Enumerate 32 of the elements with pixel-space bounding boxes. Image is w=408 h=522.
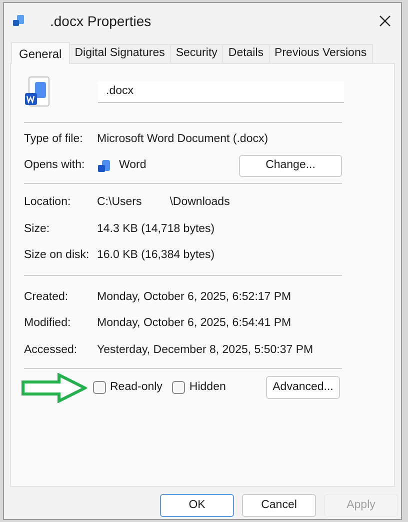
field-value: C:\Users	[97, 195, 142, 210]
field-label: Opens with:	[24, 158, 86, 174]
tab[interactable]: Previous Versions	[268, 44, 373, 63]
field-label: Size:	[24, 222, 51, 237]
tab[interactable]: General	[11, 42, 70, 64]
field-value: \Downloads	[170, 195, 230, 210]
change-button[interactable]: Change...	[239, 155, 342, 177]
field-value: Yesterday, December 8, 2025, 5:50:37 PM	[97, 342, 314, 358]
field-label: Modified:	[24, 316, 72, 332]
field-value: Monday, October 6, 2025, 6:52:17 PM	[97, 290, 292, 305]
field-value: Microsoft Word Document (.docx)	[97, 132, 268, 148]
dialog-button[interactable]: Cancel	[242, 494, 316, 517]
field-label: Type of file:	[24, 132, 84, 148]
field-value: Monday, October 6, 2025, 6:54:41 PM	[97, 316, 292, 332]
field-value: 14.3 KB (14,718 bytes)	[97, 222, 215, 237]
field-value: 16.0 KB (16,384 bytes)	[97, 248, 215, 264]
file-name-field[interactable]: .docx	[98, 81, 344, 103]
checkbox[interactable]: Read-only	[93, 378, 162, 396]
app-name: Word	[119, 158, 148, 174]
word-app-icon	[97, 159, 111, 173]
arrow-drawing	[21, 372, 87, 402]
field-label: Location:	[24, 195, 72, 210]
field-label: Accessed:	[24, 342, 78, 358]
checkbox[interactable]: Hidden	[172, 378, 226, 396]
dialog-button[interactable]: OK	[160, 494, 234, 517]
field-label: Size on disk:	[24, 248, 90, 264]
document-icon	[12, 14, 26, 28]
window-title: .docx Properties	[50, 12, 152, 31]
advanced-button[interactable]: Advanced...	[266, 376, 340, 399]
field-label: Created:	[24, 290, 70, 305]
word-document-icon	[24, 76, 52, 108]
close-icon[interactable]	[379, 15, 391, 27]
